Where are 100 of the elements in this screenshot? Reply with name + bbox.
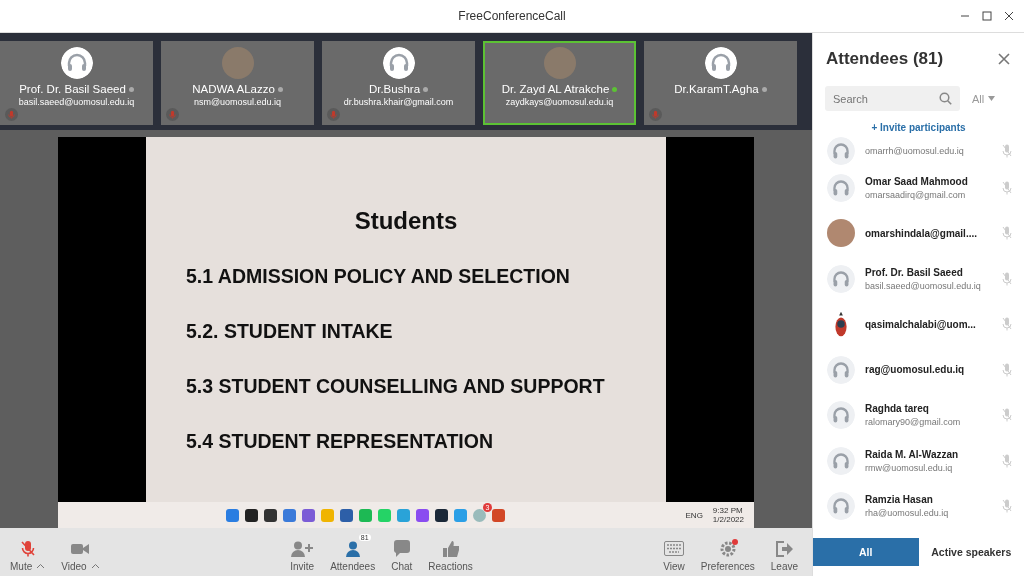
participant-email: dr.bushra.khair@gmail.com [343,97,454,107]
app-icon [397,508,410,522]
headset-icon [60,47,93,79]
attendee-row[interactable]: Prof. Dr. Basil Saeed basil.saeed@uomosul.edu.iq [813,256,1024,302]
participant-name: Prof. Dr. Basil Saeed [19,83,134,95]
app-icon [359,508,372,522]
attendee-email: rha@uomosul.edu.iq [865,508,950,519]
headset-icon [827,355,855,384]
attendee-row[interactable]: omarrh@uomosul.edu.iq [813,137,1024,165]
mic-icon [1002,144,1012,158]
keyboard-icon [664,541,685,556]
panel-title: Attendees (81) [826,49,944,69]
participant-tile[interactable]: Dr.Bushra dr.bushra.khair@gmail.com [322,41,475,125]
attendee-email: basil.saeed@uomosul.edu.iq [865,280,982,291]
view-button[interactable]: View [657,532,695,572]
mic-icon [1002,317,1012,332]
mic-icon [1002,499,1012,514]
leave-button[interactable]: Leave [764,532,808,572]
attendee-email: rmw@uomosul.edu.iq [865,462,954,473]
app-icon [435,508,448,522]
attendee-row[interactable]: Raghda tareq ralomary90@gmail.com [813,392,1024,438]
mic-icon [1002,271,1012,286]
close-icon[interactable] [1004,11,1014,21]
attendee-row[interactable]: omarshindala@gmail.... [813,210,1024,256]
headset-icon [827,264,855,293]
attendee-row[interactable]: Raida M. Al-Wazzan rmw@uomosul.edu.iq [813,438,1024,484]
caret-icon[interactable] [36,563,46,569]
participant-name: Dr.Bushra [368,83,429,95]
app-icon [454,508,467,522]
attendee-row[interactable]: qasimalchalabi@uom... [813,301,1024,347]
participant-name: Dr. Zayd AL Atrakche [501,83,618,95]
attendee-name: omarshindala@gmail.... [865,227,978,239]
participant-name: Dr.KaramT.Agha [674,83,767,95]
mic-icon [1002,226,1012,241]
participant-email: basil.saeed@uomosul.edu.iq [18,97,135,107]
mic-icon [1002,408,1012,423]
add-person-icon [291,540,314,557]
clock-date: 1/2/2022 [712,515,744,524]
avatar-photo [827,219,855,248]
slide-item: 5.4 STUDENT REPRESENTATION [186,430,494,453]
caret-icon[interactable] [90,563,100,569]
window-title: FreeConferenceCall [458,9,566,23]
app-icon [264,508,277,522]
attendee-name: qasimalchalabi@uom... [865,318,977,330]
gear-icon [719,540,736,557]
attendee-email: ralomary90@gmail.com [865,417,962,428]
attendee-name: Prof. Dr. Basil Saeed [865,266,964,278]
maximize-icon[interactable] [982,11,992,21]
app-icon [378,508,391,522]
app-icon [245,508,258,522]
app-icon [226,508,239,522]
attendee-name: Ramzia Hasan [865,494,934,506]
mic-icon [1002,453,1012,468]
participant-email: zaydkays@uomosul.edu.iq [505,97,614,107]
app-icon [321,508,334,522]
exit-icon [775,540,794,557]
chat-button[interactable]: Chat [385,532,423,572]
participant-email: nsm@uomosul.edu.iq [193,97,282,107]
attendee-row[interactable]: Ramzia Hasan rha@uomosul.edu.iq [813,483,1024,529]
headset-icon [827,401,855,430]
attendee-name: Raida M. Al-Wazzan [865,448,960,460]
attendee-name: rag@uomosul.edu.iq [865,364,966,376]
slide-item: 5.3 STUDENT COUNSELLING AND SUPPORT [186,375,606,398]
headset-icon [704,47,737,79]
mic-icon [1002,180,1012,195]
participant-tile[interactable]: Dr. Zayd AL Atrakche zaydkays@uomosul.edu.iq [483,41,636,125]
preferences-button[interactable]: Preferences [694,532,765,572]
attendee-email: omarsaadirq@gmail.com [865,189,967,200]
avatar-photo [221,47,254,79]
app-icon [283,508,296,522]
video-camera-icon [71,542,90,555]
attendee-email: omarrh@uomosul.edu.iq [865,146,965,156]
headset-icon [382,47,415,79]
app-icon [302,508,315,522]
participant-tile[interactable]: Dr.KaramT.Agha [644,41,797,125]
invite-button[interactable]: Invite [284,532,325,572]
search-field[interactable]: Search [825,86,960,111]
attendee-row[interactable]: Omar Saad Mahmood omarsaadirq@gmail.com [813,165,1024,211]
reactions-button[interactable]: Reactions [422,532,483,572]
participant-tile[interactable]: Prof. Dr. Basil Saeed basil.saeed@uomosul.edu.iq [0,41,153,125]
slide-title: Students [353,207,459,235]
search-icon [939,92,952,105]
headset-icon [827,492,855,521]
video-button[interactable]: Video [55,532,110,572]
clock-time: 9:32 PM [712,506,744,515]
headset-icon [827,137,855,165]
participant-tile[interactable]: NADWA ALazzo nsm@uomosul.edu.iq [161,41,314,125]
participant-name: NADWA ALazzo [192,83,283,95]
slide-item: 5.1 ADMISSION POLICY AND SELECTION [186,265,571,288]
person-icon [344,540,361,557]
mic-icon [1002,362,1012,377]
attendee-row[interactable]: rag@uomosul.edu.iq [813,347,1024,393]
filter-tab[interactable]: All [813,538,919,566]
close-icon[interactable] [998,53,1010,65]
avatar-photo [543,47,576,79]
app-icon [340,508,353,522]
app-icon [416,508,429,522]
mic-button[interactable]: Mute [4,532,56,572]
headset-icon [827,173,855,202]
chat-bubble-icon [393,540,410,557]
